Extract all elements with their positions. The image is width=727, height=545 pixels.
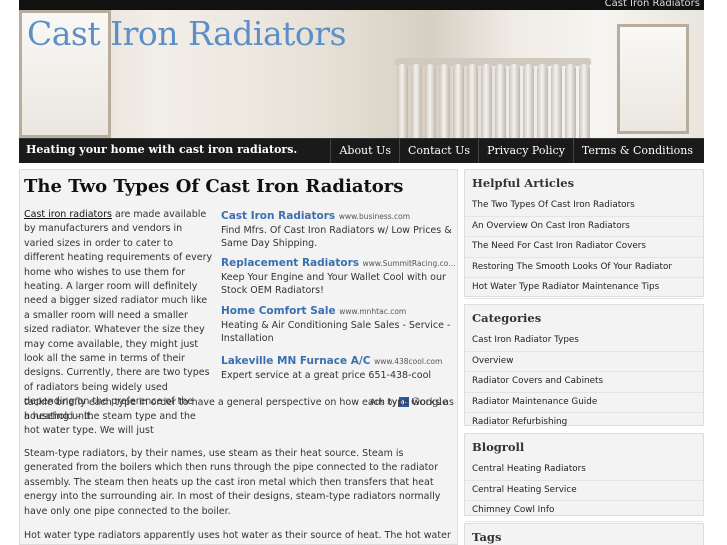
radiator-fin (565, 64, 576, 138)
radiator-fin (453, 64, 464, 138)
category-link[interactable]: Overview (465, 352, 703, 372)
ad-url[interactable]: www.mnhtac.com (339, 307, 406, 316)
category-link[interactable]: Radiator Refurbishing (465, 413, 703, 434)
ad-text: Expert service at a great price 651-438-… (221, 370, 432, 381)
nav-about-us[interactable]: About Us (330, 139, 399, 163)
radiator-fin (523, 64, 534, 138)
ad-title[interactable]: Replacement Radiators (221, 257, 359, 269)
sidebar-link[interactable]: An Overview On Cast Iron Radiators (465, 217, 703, 237)
radiator-fin (551, 64, 562, 138)
helpful-articles-widget: Helpful Articles The Two Types Of Cast I… (464, 169, 704, 299)
ad-title[interactable]: Home Comfort Sale (221, 305, 336, 317)
widget-heading: Helpful Articles (472, 176, 575, 190)
radiator-fin (397, 64, 408, 138)
nav-contact-us[interactable]: Contact Us (398, 139, 478, 163)
radiator-fin (425, 64, 436, 138)
sidebar: Helpful Articles The Two Types Of Cast I… (464, 169, 704, 545)
widget-heading: Categories (472, 311, 542, 325)
blogroll-link[interactable]: Central Heating Radiators (465, 460, 703, 481)
widget-heading: Tags (472, 530, 502, 544)
ad-item: Cast Iron Radiators www.business.com Fin… (221, 210, 457, 250)
categories-widget: Categories Cast Iron Radiator Types Over… (464, 304, 704, 434)
sidebar-link[interactable]: The Two Types Of Cast Iron Radiators (465, 196, 703, 217)
sidebar-link[interactable]: Hot Water Type Radiator Maintenance Tips (465, 278, 703, 299)
sidebar-link[interactable]: The Need For Cast Iron Radiator Covers (465, 237, 703, 258)
top-strip-label[interactable]: Cast Iron Radiators (605, 0, 700, 9)
radiator-fin (439, 64, 450, 138)
post-paragraph: Steam-type radiators, by their names, us… (24, 448, 441, 517)
nav-terms-conditions[interactable]: Terms & Conditions (572, 139, 701, 163)
ad-url[interactable]: www.business.com (339, 212, 410, 221)
intro-link[interactable]: Cast iron radiators (24, 209, 112, 220)
radiator-fin (495, 64, 506, 138)
ad-url[interactable]: www.SummitRacing.co... (363, 259, 456, 268)
widget-heading: Blogroll (472, 440, 525, 454)
ad-title[interactable]: Cast Iron Radiators (221, 210, 335, 222)
post-paragraph: tackle briefly each type in order to hav… (24, 397, 454, 423)
ad-item: Lakeville MN Furnace A/C www.438cool.com… (221, 355, 457, 383)
ad-title[interactable]: Lakeville MN Furnace A/C (221, 355, 370, 367)
header-banner: Cast Iron Radiators (19, 10, 704, 138)
post-title: The Two Types Of Cast Iron Radiators (24, 176, 404, 197)
tags-widget: Tags (464, 523, 704, 545)
blogroll-link[interactable]: Central Heating Service (465, 481, 703, 501)
ad-block: Cast Iron Radiators www.business.com Fin… (221, 210, 457, 410)
radiator-fin (537, 64, 548, 138)
site-title[interactable]: Cast Iron Radiators (27, 14, 347, 53)
category-link[interactable]: Cast Iron Radiator Types (465, 331, 703, 352)
nav-bar: Heating your home with cast iron radiato… (19, 138, 704, 163)
main-content: The Two Types Of Cast Iron Radiators Cas… (19, 169, 458, 545)
radiator-fin (481, 64, 492, 138)
ad-text: Heating & Air Conditioning Sale Sales - … (221, 320, 451, 344)
radiator-fin (467, 64, 478, 138)
radiator-fin (411, 64, 422, 138)
ad-text: Keep Your Engine and Your Wallet Cool wi… (221, 272, 446, 296)
category-link[interactable]: Radiator Covers and Cabinets (465, 372, 703, 393)
radiator-fin (579, 64, 590, 138)
ad-item: Home Comfort Sale www.mnhtac.com Heating… (221, 305, 457, 345)
nav-links: About Us Contact Us Privacy Policy Terms… (330, 139, 701, 163)
post-paragraph: Hot water type radiators apparently uses… (24, 530, 451, 541)
nav-privacy-policy[interactable]: Privacy Policy (478, 139, 573, 163)
ad-url[interactable]: www.438cool.com (374, 357, 442, 366)
ad-item: Replacement Radiators www.SummitRacing.c… (221, 257, 457, 297)
sidebar-link[interactable]: Restoring The Smooth Looks Of Your Radia… (465, 258, 703, 278)
ad-text: Find Mfrs. Of Cast Iron Radiators w/ Low… (221, 225, 452, 249)
radiator-fin (509, 64, 520, 138)
top-strip: Cast Iron Radiators (19, 0, 704, 10)
banner-window-right (617, 24, 689, 134)
blogroll-widget: Blogroll Central Heating Radiators Centr… (464, 433, 704, 522)
category-link[interactable]: Radiator Maintenance Guide (465, 393, 703, 413)
radiator-top (395, 58, 591, 66)
site-tagline: Heating your home with cast iron radiato… (26, 143, 298, 156)
blogroll-link[interactable]: Chimney Cowl Info (465, 501, 703, 522)
